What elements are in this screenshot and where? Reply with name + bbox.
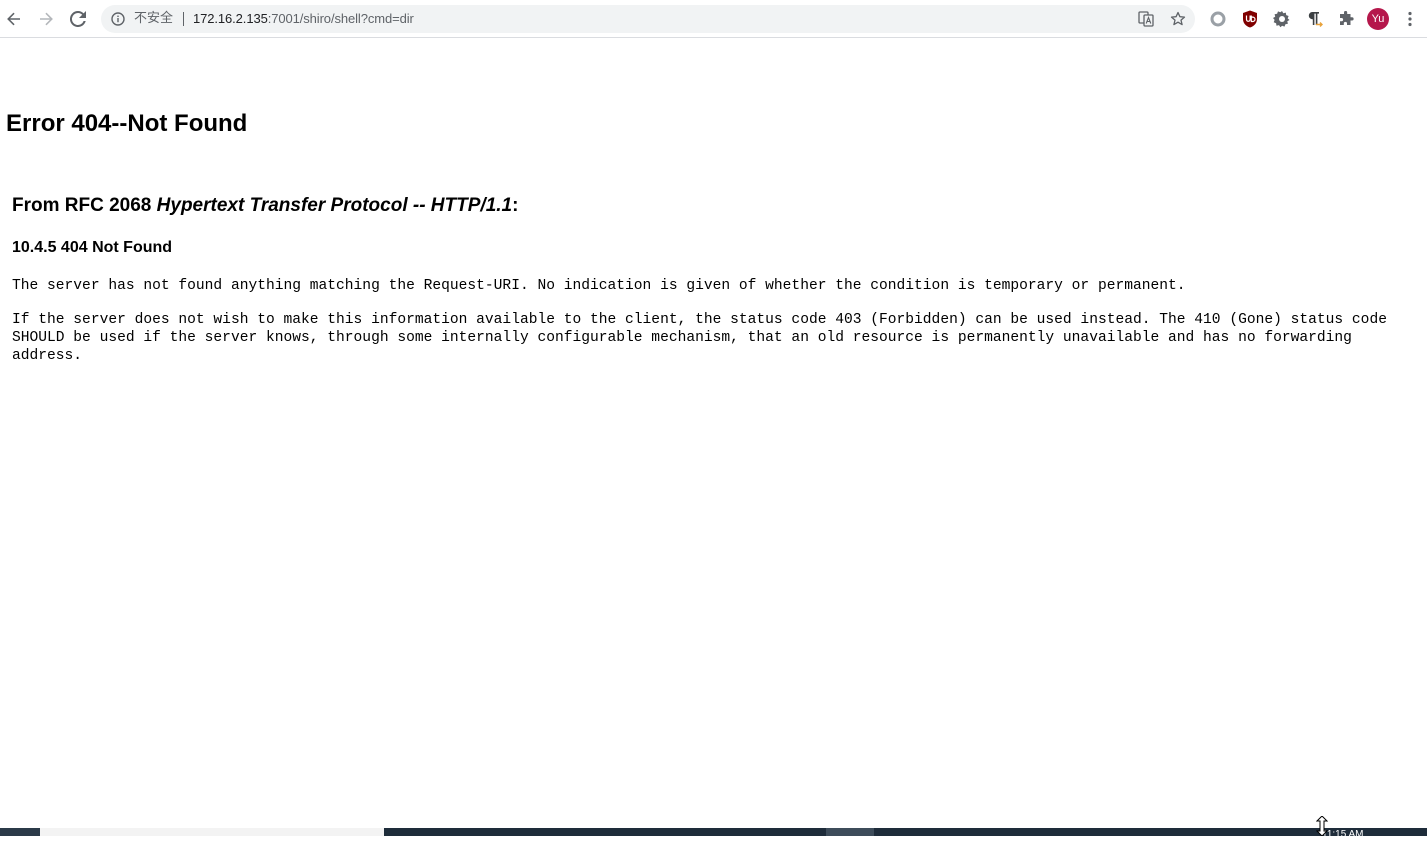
reload-icon — [70, 11, 86, 27]
security-label[interactable]: 不安全 — [134, 11, 173, 27]
forbidden-paragraph: If the server does not wish to make this… — [12, 312, 1387, 364]
description-paragraph: The server has not found anything matchi… — [12, 278, 1186, 294]
arrow-left-icon — [7, 12, 20, 26]
info-icon[interactable] — [110, 11, 126, 27]
taskbar-active-app[interactable] — [826, 828, 874, 836]
taskbar-search-box[interactable] — [40, 828, 384, 836]
rfc-title: Hypertext Transfer Protocol -- HTTP/1.1 — [156, 195, 513, 216]
page-content: Error 404--Not Found From RFC 2068 Hyper… — [0, 38, 1427, 828]
url-host: 172.16.2.135 — [193, 11, 268, 26]
extension-circle-icon[interactable] — [1208, 9, 1228, 29]
rfc-suffix: : — [512, 195, 519, 216]
error-heading: Error 404--Not Found — [6, 110, 248, 137]
translate-icon[interactable] — [1137, 10, 1155, 28]
forward-button[interactable] — [34, 7, 58, 31]
puzzle-extensions-icon[interactable] — [1336, 9, 1356, 29]
mouse-cursor-icon — [1315, 815, 1329, 837]
taskbar-clock: 11:15 AM — [1322, 830, 1364, 836]
os-taskbar — [0, 828, 1427, 836]
gear-extension-icon[interactable] — [1272, 9, 1292, 29]
arrow-right-icon — [40, 12, 53, 26]
url-text[interactable]: 172.16.2.135:7001/shiro/shell?cmd=dir — [193, 11, 414, 27]
address-separator — [183, 12, 184, 26]
rfc-prefix: From RFC 2068 — [12, 195, 157, 216]
pilcrow-extension-icon[interactable] — [1304, 9, 1324, 29]
rfc-heading: From RFC 2068 Hypertext Transfer Protoco… — [12, 195, 518, 217]
start-area[interactable] — [0, 828, 40, 836]
ublock-origin-icon[interactable] — [1240, 9, 1260, 29]
section-heading: 10.4.5 404 Not Found — [12, 239, 173, 256]
browser-toolbar: 不安全 172.16.2.135:7001/shiro/shell?cmd=di… — [0, 0, 1427, 38]
more-menu-icon[interactable] — [1402, 9, 1418, 29]
bookmark-star-icon[interactable] — [1169, 10, 1187, 28]
profile-avatar[interactable]: Yu — [1367, 8, 1389, 30]
address-bar[interactable]: 不安全 172.16.2.135:7001/shiro/shell?cmd=di… — [101, 5, 1195, 33]
reload-button[interactable] — [66, 7, 90, 31]
back-button[interactable] — [2, 7, 26, 31]
url-path: :7001/shiro/shell?cmd=dir — [267, 11, 414, 26]
